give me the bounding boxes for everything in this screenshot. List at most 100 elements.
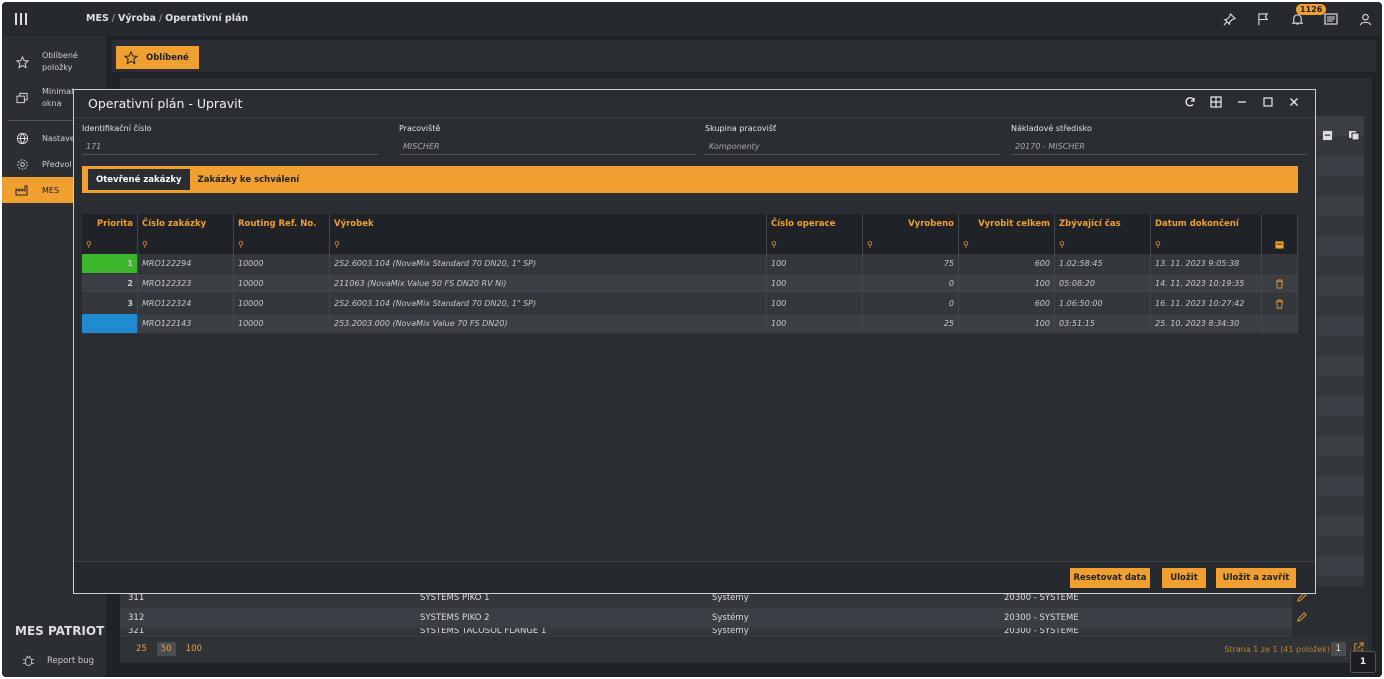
col-header[interactable]: Výrobek — [330, 214, 767, 234]
page-size-100[interactable]: 100 — [182, 642, 206, 656]
edit-icon[interactable] — [1296, 612, 1307, 626]
actions-cell — [1262, 314, 1298, 334]
favorites-button[interactable]: Oblíbené — [116, 46, 199, 69]
col-header-actions — [1262, 214, 1298, 234]
messages-icon[interactable] — [1314, 2, 1348, 36]
row-name: SYSTEMS PIKO 2 — [420, 613, 490, 623]
report-bug-link[interactable]: Report bug — [22, 654, 94, 667]
table-row[interactable]: 321 SYSTEMS TACOSOL FLANGE 1 Systémy 203… — [120, 628, 1292, 637]
calendar-icon[interactable] — [1262, 234, 1298, 254]
reset-data-button[interactable]: Resetovat data — [1070, 568, 1150, 588]
page-info: Strana 1 ze 1 (41 položek) — [1224, 644, 1330, 654]
tab-open-orders[interactable]: Otevřené zakázky — [88, 169, 190, 190]
field-workplace-value: MISCHER — [399, 142, 695, 155]
search-icon[interactable]: ⚲ — [234, 234, 330, 254]
save-button[interactable]: Uložit — [1162, 568, 1206, 588]
edit-icon[interactable] — [1296, 592, 1307, 606]
bell-icon[interactable]: 1126 — [1280, 2, 1327, 36]
col-header[interactable]: Číslo operace — [767, 214, 863, 234]
breadcrumb-item[interactable]: MES — [86, 13, 109, 24]
remaining-cell: 1.06:50:00 — [1055, 294, 1151, 314]
table-row[interactable]: MRO122143 10000 253.2003.000 (NovaMix Va… — [82, 314, 1298, 334]
done-date-cell: 14. 11. 2023 10:19:35 — [1151, 274, 1262, 294]
priority-cell: 2 — [82, 274, 138, 294]
tab-orders-for-approval[interactable]: Zakázky ke schválení — [190, 169, 308, 190]
breadcrumb-item: Operativní plán — [165, 13, 249, 24]
menu-icon[interactable] — [2, 2, 40, 36]
export-icon[interactable] — [1322, 130, 1333, 144]
product-cell: 253.2003.000 (NovaMix Value 70 FS DN20) — [330, 314, 767, 334]
col-header[interactable]: Číslo zakázky — [138, 214, 234, 234]
field-cost-center: Nákladové středisko 20170 - MISCHER — [1011, 124, 1307, 155]
order-cell: MRO122324 — [138, 294, 234, 314]
total-cell: 600 — [959, 294, 1055, 314]
field-label: Nákladové středisko — [1011, 124, 1092, 133]
done-date-cell: 16. 11. 2023 10:27:42 — [1151, 294, 1262, 314]
search-icon[interactable]: ⚲ — [1055, 234, 1151, 254]
page-number[interactable]: 1 — [1330, 642, 1346, 656]
search-icon[interactable]: ⚲ — [959, 234, 1055, 254]
search-icon[interactable]: ⚲ — [330, 234, 767, 254]
pin-icon[interactable] — [1212, 2, 1246, 36]
breadcrumb-item[interactable]: Výroba — [118, 13, 156, 24]
table-row[interactable]: 1 MRO122294 10000 252.6003.104 (NovaMix … — [82, 254, 1298, 274]
orders-grid: Priorita Číslo zakázky Routing Ref. No. … — [82, 214, 1298, 334]
col-header[interactable]: Zbývající čas — [1055, 214, 1151, 234]
grid-icon[interactable] — [1209, 95, 1223, 109]
close-icon[interactable] — [1287, 95, 1301, 109]
breadcrumb: MES / Výroba / Operativní plán — [86, 13, 249, 24]
total-cell: 100 — [959, 274, 1055, 294]
star-icon — [14, 55, 30, 69]
sidebar-item-label: Nastave — [42, 133, 75, 143]
top-icons: 1126 — [1212, 2, 1382, 36]
col-header[interactable]: Vyrobit celkem — [959, 214, 1055, 234]
priority-cell: 1 — [82, 254, 138, 274]
made-cell: 25 — [863, 314, 959, 334]
save-and-close-button[interactable]: Uložit a zavřít — [1216, 568, 1296, 588]
col-header[interactable]: Priorita — [82, 214, 138, 234]
field-id-value: 171 — [82, 142, 378, 155]
search-icon[interactable]: ⚲ — [863, 234, 959, 254]
page-size-50[interactable]: 50 — [156, 642, 176, 656]
routing-cell: 10000 — [234, 254, 330, 274]
table-row[interactable]: 3 MRO122324 10000 252.6003.104 (NovaMix … — [82, 294, 1298, 314]
minimize-icon[interactable] — [1235, 95, 1249, 109]
remaining-cell: 03:51:15 — [1055, 314, 1151, 334]
brand-name: MES PATRIOT — [15, 624, 105, 638]
field-label: Pracoviště — [399, 124, 441, 133]
refresh-icon[interactable] — [1183, 95, 1197, 109]
search-icon[interactable]: ⚲ — [1151, 234, 1262, 254]
search-icon[interactable]: ⚲ — [82, 234, 138, 254]
trash-icon[interactable] — [1262, 294, 1298, 314]
table-row[interactable]: 312 SYSTEMS PIKO 2 Systémy 20300 - SYSTE… — [120, 608, 1292, 628]
report-bug-label: Report bug — [47, 655, 95, 666]
row-id: 321 — [128, 628, 145, 636]
search-icon[interactable]: ⚲ — [767, 234, 863, 254]
field-workplace: Pracoviště MISCHER — [399, 124, 695, 155]
done-date-cell: 13. 11. 2023 9:05:38 — [1151, 254, 1262, 274]
sidebar-item-label: Oblíbené položky — [42, 51, 78, 72]
row-center: 20300 - SYSTEME — [1004, 593, 1079, 603]
window-count-badge[interactable]: 1 — [1350, 651, 1376, 673]
top-bar: MES / Výroba / Operativní plán 1126 — [2, 2, 1382, 36]
actions-cell — [1262, 254, 1298, 274]
search-icon[interactable]: ⚲ — [138, 234, 234, 254]
sidebar-item-favorites[interactable]: Oblíbené položky — [2, 44, 106, 80]
grid-filter-row: ⚲ ⚲ ⚲ ⚲ ⚲ ⚲ ⚲ ⚲ ⚲ — [82, 234, 1298, 254]
page-size-25[interactable]: 25 — [132, 642, 151, 656]
maximize-icon[interactable] — [1261, 95, 1275, 109]
table-row[interactable]: 2 MRO122323 10000 211063 (NovaMix Value … — [82, 274, 1298, 294]
sidebar-item-label: Minimal okna — [42, 87, 74, 108]
trash-icon[interactable] — [1262, 274, 1298, 294]
col-header[interactable]: Routing Ref. No. — [234, 214, 330, 234]
field-cost-center-value: 20170 - MISCHER — [1011, 142, 1307, 155]
user-icon[interactable] — [1348, 2, 1382, 36]
grid-header: Priorita Číslo zakázky Routing Ref. No. … — [82, 214, 1298, 234]
copy-icon[interactable] — [1348, 130, 1360, 144]
remaining-cell: 05:08:20 — [1055, 274, 1151, 294]
col-header[interactable]: Datum dokončení — [1151, 214, 1262, 234]
col-header[interactable]: Vyrobeno — [863, 214, 959, 234]
row-id: 311 — [128, 593, 145, 603]
favorites-bar: Oblíbené — [112, 40, 1376, 72]
flag-icon[interactable] — [1246, 2, 1280, 36]
